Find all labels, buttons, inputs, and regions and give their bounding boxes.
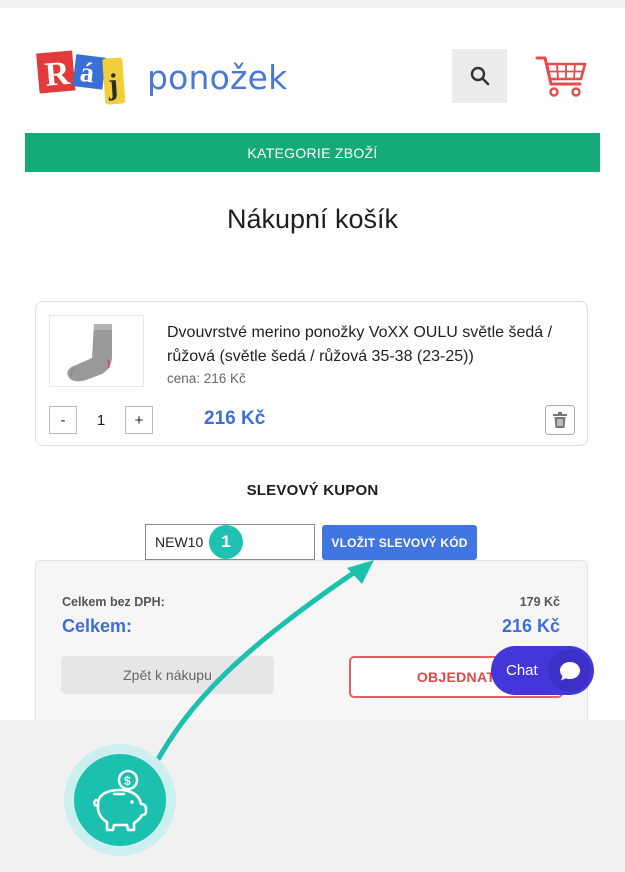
product-thumbnail[interactable] <box>49 315 144 387</box>
coupon-section-title: SLEVOVÝ KUPON <box>246 482 379 499</box>
product-name[interactable]: Dvouvrstvé merino ponožky VoXX OULU svět… <box>167 321 577 369</box>
quantity-increase-button[interactable]: + <box>125 406 153 434</box>
svg-text:$: $ <box>124 774 131 788</box>
remove-item-button[interactable] <box>545 405 575 435</box>
svg-text:j: j <box>106 68 119 102</box>
site-logo[interactable]: R á j <box>36 44 128 110</box>
continue-shopping-button[interactable]: Zpět k nákupu <box>61 656 274 694</box>
cart-item-card: Dvouvrstvé merino ponožky VoXX OULU svět… <box>35 301 588 446</box>
search-button[interactable] <box>452 49 507 103</box>
mobile-screen: R á j ponožek KATEGORIE ZBOŽÍ Nákupní ko… <box>0 8 625 720</box>
search-icon <box>470 66 489 86</box>
product-unit-price: cena: 216 Kč <box>167 371 246 386</box>
tutorial-step-badge: 1 <box>209 525 243 559</box>
category-menu-button[interactable]: KATEGORIE ZBOŽÍ <box>25 133 600 172</box>
cart-icon <box>535 56 587 97</box>
trash-icon <box>553 412 567 428</box>
svg-text:R: R <box>43 55 71 94</box>
sock-image <box>67 324 112 382</box>
page-title: Nákupní košík <box>226 204 399 234</box>
quantity-value[interactable]: 1 <box>77 406 125 434</box>
order-summary: Celkem bez DPH: 179 Kč Celkem: 216 Kč Zp… <box>35 560 588 720</box>
brand-name[interactable]: ponožek <box>147 58 287 97</box>
chat-bubble-icon <box>548 649 591 692</box>
chat-label: Chat <box>506 662 538 679</box>
quantity-decrease-button[interactable]: - <box>49 406 77 434</box>
subtotal-label: Celkem bez DPH: <box>62 595 165 609</box>
chat-widget-button[interactable]: Chat <box>491 646 594 695</box>
tutorial-piggy-badge: $ <box>64 744 176 856</box>
line-total-price: 216 Kč <box>204 408 266 429</box>
total-label: Celkem: <box>62 616 133 636</box>
total-value: 216 Kč <box>501 616 560 636</box>
cart-button[interactable] <box>534 52 590 100</box>
subtotal-value: 179 Kč <box>519 595 560 609</box>
piggy-bank-icon: $ <box>93 769 148 832</box>
apply-coupon-button[interactable]: VLOŽIT SLEVOVÝ KÓD <box>322 525 477 560</box>
